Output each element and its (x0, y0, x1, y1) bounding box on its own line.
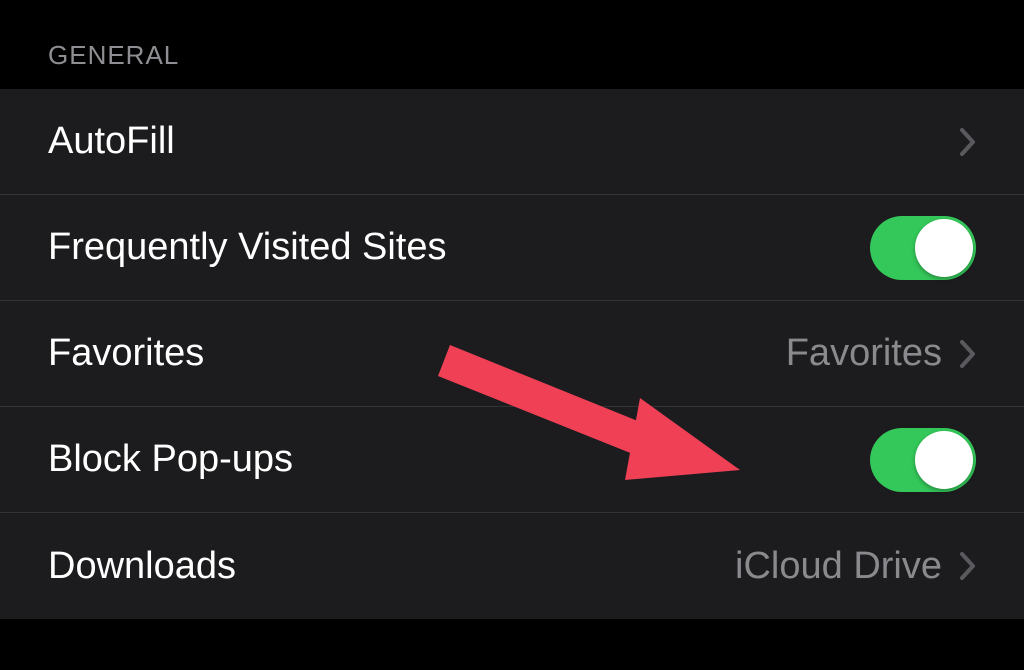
section-header-general: General (0, 0, 1024, 89)
block-popups-label: Block Pop-ups (48, 438, 293, 481)
autofill-right (960, 128, 976, 156)
favorites-row[interactable]: Favorites Favorites (0, 301, 1024, 407)
favorites-value: Favorites (786, 332, 942, 375)
frequently-visited-toggle[interactable] (870, 216, 976, 280)
chevron-right-icon (960, 340, 976, 368)
block-popups-row: Block Pop-ups (0, 407, 1024, 513)
toggle-knob (915, 219, 973, 277)
block-popups-toggle[interactable] (870, 428, 976, 492)
downloads-right: iCloud Drive (735, 545, 976, 588)
block-popups-right (870, 428, 976, 492)
favorites-right: Favorites (786, 332, 976, 375)
frequently-visited-right (870, 216, 976, 280)
downloads-label: Downloads (48, 545, 236, 588)
frequently-visited-row: Frequently Visited Sites (0, 195, 1024, 301)
downloads-value: iCloud Drive (735, 545, 942, 588)
autofill-row[interactable]: AutoFill (0, 89, 1024, 195)
downloads-row[interactable]: Downloads iCloud Drive (0, 513, 1024, 619)
toggle-knob (915, 431, 973, 489)
chevron-right-icon (960, 128, 976, 156)
frequently-visited-label: Frequently Visited Sites (48, 226, 447, 269)
settings-list: AutoFill Frequently Visited Sites Favori… (0, 89, 1024, 619)
favorites-label: Favorites (48, 332, 204, 375)
autofill-label: AutoFill (48, 120, 175, 163)
chevron-right-icon (960, 552, 976, 580)
